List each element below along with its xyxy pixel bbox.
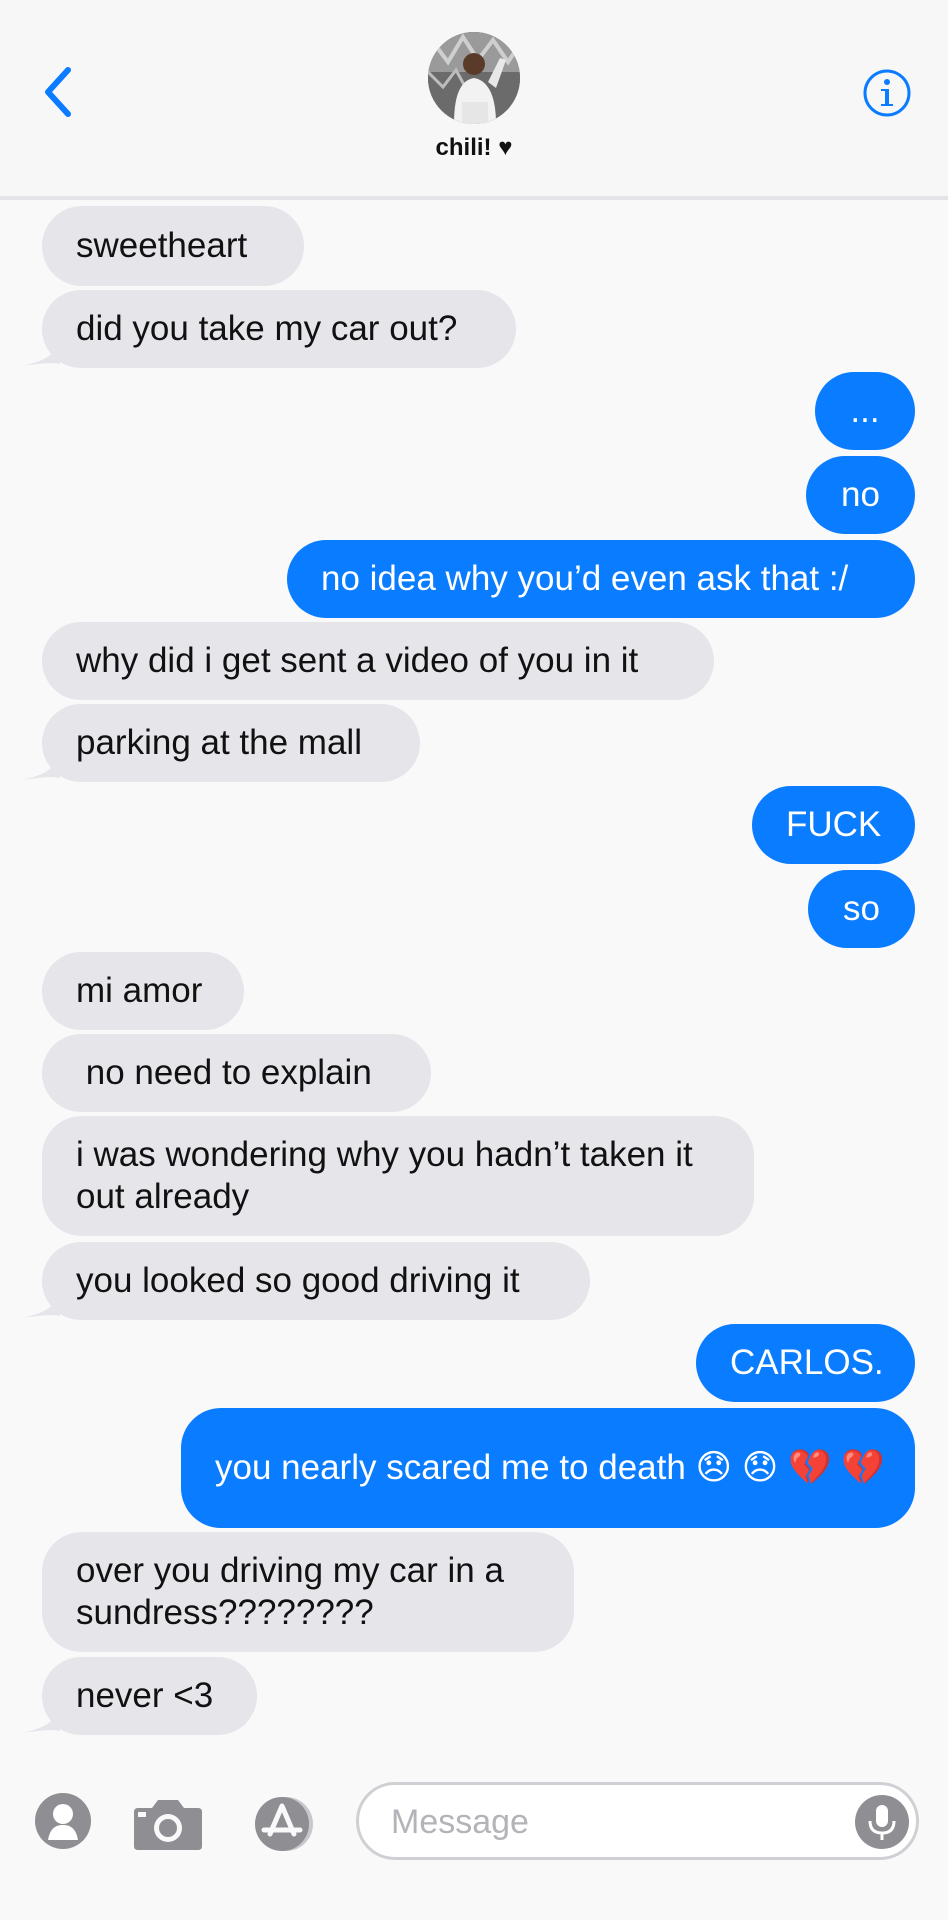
back-button[interactable] — [38, 62, 82, 122]
outgoing-message[interactable]: CARLOS. — [696, 1324, 915, 1402]
incoming-message[interactable]: i was wondering why you hadn’t taken it … — [42, 1116, 754, 1236]
incoming-message[interactable]: you looked so good driving it — [42, 1242, 590, 1320]
incoming-message[interactable]: why did i get sent a video of you in it — [42, 622, 714, 700]
camera-icon — [134, 1800, 202, 1850]
camera-button[interactable] — [132, 1794, 204, 1852]
bubble-tail — [22, 1705, 60, 1733]
info-button[interactable] — [862, 68, 912, 118]
avatar-photo — [428, 32, 520, 124]
outgoing-message[interactable]: ... — [815, 372, 915, 450]
bubble-tail — [22, 338, 60, 366]
contact-avatar[interactable] — [428, 32, 520, 124]
memoji-icon — [35, 1793, 91, 1849]
incoming-message[interactable]: parking at the mall — [42, 704, 420, 782]
contact-name[interactable]: chili! ♥ — [0, 134, 948, 162]
incoming-message[interactable]: sweetheart — [42, 206, 304, 286]
incoming-message[interactable]: no need to explain — [42, 1034, 431, 1112]
microphone-icon — [868, 1805, 896, 1840]
outgoing-message[interactable]: no idea why you’d even ask that :/ — [287, 540, 915, 618]
outgoing-message[interactable]: you nearly scared me to death 😞 😞 💔 💔 — [181, 1408, 915, 1528]
microphone-button[interactable] — [855, 1795, 909, 1849]
incoming-message[interactable]: over you driving my car in a sundress???… — [42, 1532, 574, 1652]
info-icon — [863, 69, 911, 117]
message-input[interactable] — [389, 1797, 833, 1847]
incoming-message[interactable]: did you take my car out? — [42, 290, 516, 368]
chevron-left-icon — [45, 67, 71, 117]
conversation-header: chili! ♥ — [0, 0, 948, 200]
outgoing-message[interactable]: no — [806, 456, 915, 534]
outgoing-message[interactable]: so — [808, 870, 915, 948]
outgoing-message[interactable]: FUCK — [752, 786, 915, 864]
app-store-button[interactable] — [246, 1796, 326, 1852]
bubble-tail — [22, 1290, 60, 1318]
message-field[interactable] — [356, 1782, 919, 1860]
memoji-button[interactable] — [34, 1792, 92, 1850]
app-store-icon — [255, 1797, 313, 1851]
incoming-message[interactable]: never <3 — [42, 1657, 257, 1735]
bubble-tail — [22, 752, 60, 780]
incoming-message[interactable]: mi amor — [42, 952, 244, 1030]
